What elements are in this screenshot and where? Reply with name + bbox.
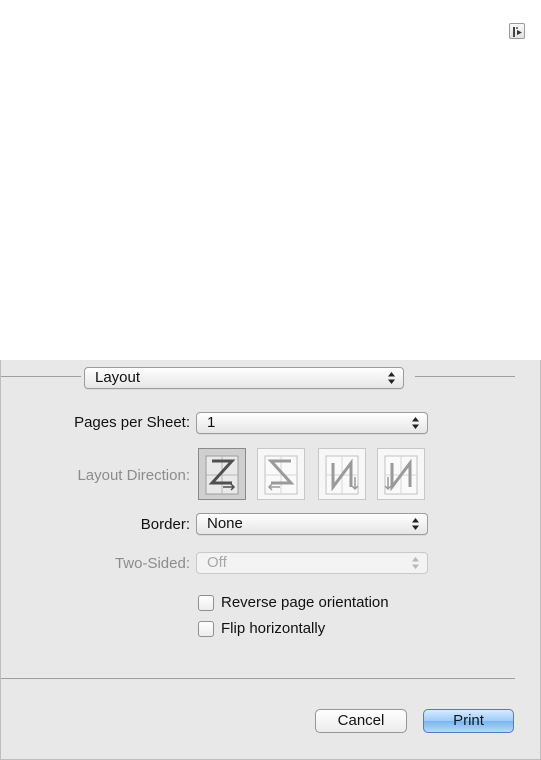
up-down-arrows-icon [412, 417, 419, 429]
print-button[interactable]: Print [423, 709, 514, 733]
reverse-page-orientation-checkbox[interactable] [198, 595, 214, 611]
pages-per-sheet-popup[interactable]: 1 [196, 412, 428, 434]
up-down-arrows-icon [412, 518, 419, 530]
section-popup-value: Layout [95, 369, 141, 386]
pages-per-sheet-value: 1 [207, 414, 216, 431]
up-down-arrows-icon [388, 372, 395, 384]
flip-horizontally-checkbox[interactable] [198, 621, 214, 637]
layout-direction-reverse-n-button[interactable] [377, 448, 425, 500]
reverse-page-orientation-label[interactable]: Reverse page orientation [221, 593, 389, 613]
show-details-button[interactable] [509, 23, 525, 39]
border-value: None [207, 515, 243, 532]
layout-direction-z-button[interactable] [198, 448, 246, 500]
reverse-n-order-icon [384, 455, 418, 495]
reverse-z-order-icon [264, 455, 298, 495]
n-order-icon [325, 455, 359, 495]
border-label: Border: [140, 516, 190, 533]
section-divider-left [1, 376, 81, 377]
cancel-button[interactable]: Cancel [315, 709, 407, 733]
section-popup[interactable]: Layout [84, 367, 404, 389]
two-sided-popup[interactable]: Off [196, 552, 428, 574]
disclosure-icon [513, 27, 522, 37]
up-down-arrows-icon [412, 557, 419, 569]
flip-horizontally-label[interactable]: Flip horizontally [221, 619, 325, 639]
section-divider-right [415, 376, 515, 377]
buttons-divider [1, 678, 515, 679]
two-sided-value: Off [207, 554, 227, 571]
layout-direction-label: Layout Direction: [77, 467, 190, 484]
two-sided-label: Two-Sided: [114, 555, 190, 572]
layout-direction-n-button[interactable] [318, 448, 366, 500]
z-order-icon [205, 455, 239, 495]
border-popup[interactable]: None [196, 513, 428, 535]
layout-direction-reverse-z-button[interactable] [257, 448, 305, 500]
pages-per-sheet-label: Pages per Sheet: [74, 414, 190, 431]
